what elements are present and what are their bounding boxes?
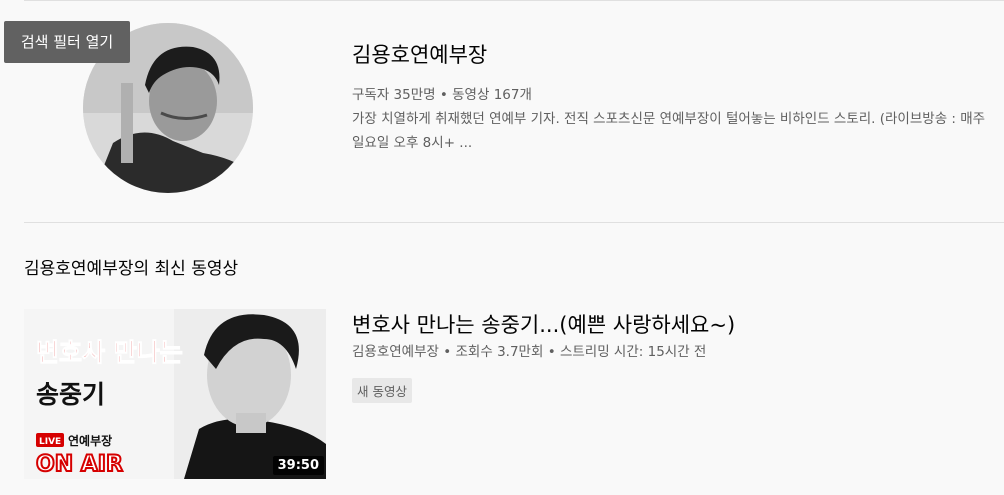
top-divider	[24, 0, 1004, 1]
video-title[interactable]: 변호사 만나는 송중기...(예쁜 사랑하세요~)	[352, 309, 735, 339]
channel-name[interactable]: 김용호연예부장	[352, 39, 487, 69]
stream-time: 스트리밍 시간: 15시간 전	[559, 344, 707, 360]
video-duration: 39:50	[272, 456, 324, 475]
thumbnail-line1: 변호사 만나는	[36, 338, 183, 367]
meta-separator: •	[547, 344, 556, 360]
thumbnail-art: 변호사 만나는 송중기 LIVE 연예부장 ON AIR	[24, 309, 326, 479]
section-divider	[24, 222, 1004, 223]
thumbnail-line2: 송중기	[36, 380, 105, 409]
on-air-text: ON AIR	[36, 452, 123, 477]
video-count: 동영상 167개	[452, 87, 532, 103]
latest-videos-heading: 김용호연예부장의 최신 동영상	[24, 259, 239, 279]
channel-description: 가장 치열하게 취재했던 연예부 기자. 전직 스포츠신문 연예부장이 털어놓는…	[352, 111, 986, 151]
video-thumbnail[interactable]: 변호사 만나는 송중기 LIVE 연예부장 ON AIR 39:50	[24, 309, 326, 479]
video-meta: 김용호연예부장 • 조회수 3.7만회 • 스트리밍 시간: 15시간 전	[352, 340, 706, 360]
search-filter-tooltip[interactable]: 검색 필터 열기	[4, 21, 130, 63]
thumbnail-channel-tag: 연예부장	[68, 433, 112, 448]
channel-meta: 구독자 35만명 • 동영상 167개	[352, 83, 532, 103]
video-channel-link[interactable]: 김용호연예부장	[352, 344, 439, 360]
view-count: 조회수 3.7만회	[455, 344, 544, 360]
meta-separator: •	[443, 344, 452, 360]
live-tag: LIVE	[39, 437, 61, 447]
subscriber-count: 구독자 35만명	[352, 87, 436, 103]
meta-separator: •	[439, 87, 448, 103]
new-video-badge: 새 동영상	[352, 378, 412, 403]
